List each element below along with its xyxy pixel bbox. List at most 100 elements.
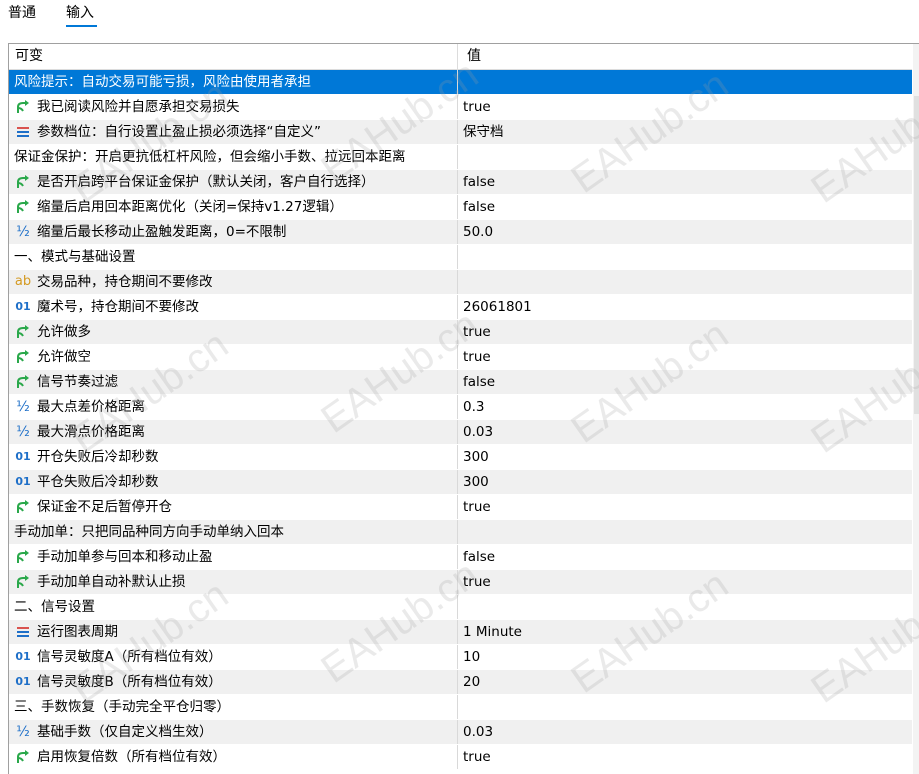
param-row[interactable]: 参数档位：自行设置止盈止损必须选择“自定义” 保守档: [9, 120, 912, 145]
section-row[interactable]: 一、模式与基础设置: [9, 245, 912, 270]
cell-variable[interactable]: 二、信号设置: [9, 595, 458, 619]
param-row[interactable]: 缩量后启用回本距离优化（关闭=保持v1.27逻辑） false: [9, 195, 912, 220]
section-row[interactable]: 三、手数恢复（手动完全平仓归零）: [9, 695, 912, 720]
cell-variable[interactable]: 参数档位：自行设置止盈止损必须选择“自定义”: [9, 120, 458, 144]
variable-label: 允许做空: [37, 349, 91, 365]
cell-value[interactable]: 20: [463, 670, 480, 694]
cell-value[interactable]: false: [463, 170, 495, 194]
param-row[interactable]: 01 开仓失败后冷却秒数 300: [9, 445, 912, 470]
cell-variable[interactable]: ½ 最大滑点价格距离: [9, 420, 458, 444]
branch-arrow-icon: [14, 199, 32, 215]
cell-variable[interactable]: 手动加单自动补默认止损: [9, 570, 458, 594]
param-row[interactable]: 01 魔术号，持仓期间不要修改 26061801: [9, 295, 912, 320]
variable-label: 基础手数（仅自定义档生效）: [37, 724, 213, 740]
section-row[interactable]: 保证金保护：开启更抗低杠杆风险，但会缩小手数、拉远回本距离: [9, 145, 912, 170]
param-row[interactable]: 是否开启跨平台保证金保护（默认关闭，客户自行选择） false: [9, 170, 912, 195]
cell-value[interactable]: true: [463, 570, 491, 594]
cell-variable[interactable]: 我已阅读风险并自愿承担交易损失: [9, 95, 458, 119]
cell-value[interactable]: 1 Minute: [463, 620, 522, 644]
tab-general[interactable]: 普通: [8, 3, 36, 23]
cell-value[interactable]: true: [463, 320, 491, 344]
variable-label: 手动加单：只把同品种同方向手动单纳入回本: [14, 524, 284, 540]
branch-arrow-icon: [14, 374, 32, 390]
param-row[interactable]: 01 信号灵敏度A（所有档位有效） 10: [9, 645, 912, 670]
param-row[interactable]: 保证金不足后暂停开仓 true: [9, 495, 912, 520]
section-row[interactable]: 二、信号设置: [9, 595, 912, 620]
list-icon: [14, 124, 32, 140]
tab-inputs[interactable]: 输入: [66, 3, 94, 23]
cell-variable[interactable]: 01 信号灵敏度B（所有档位有效）: [9, 670, 458, 694]
cell-value[interactable]: 0.03: [463, 720, 493, 744]
param-row[interactable]: 允许做多 true: [9, 320, 912, 345]
cell-variable[interactable]: 是否开启跨平台保证金保护（默认关闭，客户自行选择）: [9, 170, 458, 194]
cell-variable[interactable]: 手动加单参与回本和移动止盈: [9, 545, 458, 569]
cell-variable[interactable]: 保证金不足后暂停开仓: [9, 495, 458, 519]
variable-label: 手动加单自动补默认止损: [37, 574, 186, 590]
cell-variable[interactable]: 01 开仓失败后冷却秒数: [9, 445, 458, 469]
variable-label: 保证金不足后暂停开仓: [37, 499, 172, 515]
param-row[interactable]: ½ 最大点差价格距离 0.3: [9, 395, 912, 420]
cell-variable[interactable]: 缩量后启用回本距离优化（关闭=保持v1.27逻辑）: [9, 195, 458, 219]
cell-variable[interactable]: 01 平仓失败后冷却秒数: [9, 470, 458, 494]
cell-value[interactable]: true: [463, 495, 491, 519]
param-row[interactable]: 手动加单参与回本和移动止盈 false: [9, 545, 912, 570]
branch-arrow-icon: [14, 99, 32, 115]
variable-label: 我已阅读风险并自愿承担交易损失: [37, 99, 240, 115]
scrollbar-thumb[interactable]: [914, 96, 919, 414]
cell-variable[interactable]: ab 交易品种，持仓期间不要修改: [9, 270, 458, 294]
cell-value[interactable]: 保守档: [463, 120, 504, 144]
param-row[interactable]: 01 平仓失败后冷却秒数 300: [9, 470, 912, 495]
cell-value[interactable]: false: [463, 370, 495, 394]
half-fraction-icon: ½: [16, 224, 30, 240]
digits-01-icon: 01: [15, 450, 31, 463]
cell-variable[interactable]: 允许做空: [9, 345, 458, 369]
cell-variable[interactable]: ½ 缩量后最长移动止盈触发距离，0=不限制: [9, 220, 458, 244]
param-row[interactable]: ½ 基础手数（仅自定义档生效） 0.03: [9, 720, 912, 745]
cell-variable[interactable]: 01 魔术号，持仓期间不要修改: [9, 295, 458, 319]
param-row[interactable]: 启用恢复倍数（所有档位有效） true: [9, 745, 912, 770]
cell-value[interactable]: 26061801: [463, 295, 532, 319]
cell-value[interactable]: 10: [463, 645, 480, 669]
cell-variable[interactable]: ½ 最大点差价格距离: [9, 395, 458, 419]
cell-value[interactable]: 0.03: [463, 420, 493, 444]
cell-value[interactable]: true: [463, 95, 491, 119]
cell-value[interactable]: true: [463, 745, 491, 769]
cell-variable[interactable]: 保证金保护：开启更抗低杠杆风险，但会缩小手数、拉远回本距离: [9, 145, 458, 169]
cell-value[interactable]: 300: [463, 470, 489, 494]
cell-value[interactable]: 300: [463, 445, 489, 469]
param-row[interactable]: 我已阅读风险并自愿承担交易损失 true: [9, 95, 912, 120]
header-variable[interactable]: 可变: [15, 44, 458, 69]
cell-variable[interactable]: 启用恢复倍数（所有档位有效）: [9, 745, 458, 769]
param-row[interactable]: ab 交易品种，持仓期间不要修改: [9, 270, 912, 295]
cell-variable[interactable]: 风险提示：自动交易可能亏损，风险由使用者承担: [9, 70, 458, 94]
variable-label: 运行图表周期: [37, 624, 118, 640]
cell-variable[interactable]: 允许做多: [9, 320, 458, 344]
active-tab-indicator: [66, 25, 97, 27]
half-fraction-icon: ½: [16, 424, 30, 440]
cell-variable[interactable]: 手动加单：只把同品种同方向手动单纳入回本: [9, 520, 458, 544]
cell-value[interactable]: false: [463, 545, 495, 569]
cell-variable[interactable]: ½ 基础手数（仅自定义档生效）: [9, 720, 458, 744]
param-row[interactable]: ½ 最大滑点价格距离 0.03: [9, 420, 912, 445]
param-row[interactable]: 01 信号灵敏度B（所有档位有效） 20: [9, 670, 912, 695]
param-row[interactable]: 允许做空 true: [9, 345, 912, 370]
vertical-scrollbar[interactable]: [913, 44, 919, 774]
cell-variable[interactable]: 一、模式与基础设置: [9, 245, 458, 269]
cell-value[interactable]: false: [463, 195, 495, 219]
section-row[interactable]: 手动加单：只把同品种同方向手动单纳入回本: [9, 520, 912, 545]
cell-variable[interactable]: 01 信号灵敏度A（所有档位有效）: [9, 645, 458, 669]
section-row[interactable]: 风险提示：自动交易可能亏损，风险由使用者承担: [9, 70, 912, 95]
branch-arrow-icon: [14, 324, 32, 340]
param-row[interactable]: 运行图表周期 1 Minute: [9, 620, 912, 645]
header-value[interactable]: 值: [467, 44, 481, 69]
cell-variable[interactable]: 信号节奏过滤: [9, 370, 458, 394]
param-row[interactable]: 信号节奏过滤 false: [9, 370, 912, 395]
param-row[interactable]: 手动加单自动补默认止损 true: [9, 570, 912, 595]
cell-variable[interactable]: 运行图表周期: [9, 620, 458, 644]
cell-value[interactable]: 0.3: [463, 395, 484, 419]
param-row[interactable]: ½ 缩量后最长移动止盈触发距离，0=不限制 50.0: [9, 220, 912, 245]
variable-label: 交易品种，持仓期间不要修改: [37, 274, 213, 290]
cell-value[interactable]: 50.0: [463, 220, 493, 244]
cell-variable[interactable]: 三、手数恢复（手动完全平仓归零）: [9, 695, 458, 719]
cell-value[interactable]: true: [463, 345, 491, 369]
